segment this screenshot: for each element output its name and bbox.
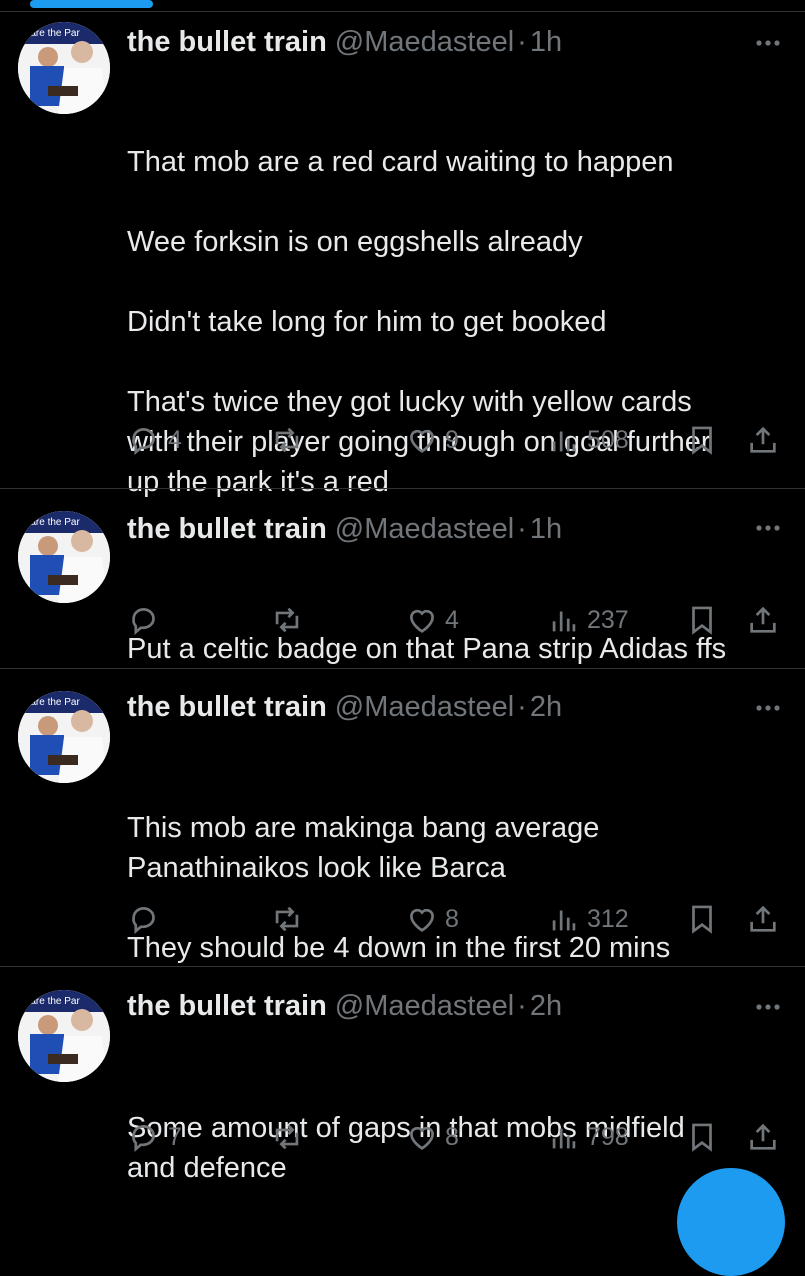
reply-button[interactable] bbox=[128, 902, 168, 936]
heart-icon bbox=[410, 1126, 434, 1150]
view-count: 237 bbox=[587, 605, 629, 634]
divider bbox=[0, 488, 805, 489]
avatar-caption: e are the Par bbox=[22, 697, 80, 708]
tweet-header: the bullet train @Maedasteel · 2h bbox=[127, 691, 563, 723]
more-icon[interactable] bbox=[751, 990, 785, 1024]
avatar[interactable]: e are the Par bbox=[18, 22, 110, 114]
avatar[interactable]: e are the Par bbox=[18, 691, 110, 783]
more-icon[interactable] bbox=[751, 511, 785, 545]
bookmark-icon[interactable] bbox=[685, 603, 719, 637]
repost-button[interactable] bbox=[270, 423, 304, 457]
more-icon[interactable] bbox=[751, 691, 785, 725]
handle[interactable]: @Maedasteel bbox=[335, 691, 514, 723]
handle[interactable]: @Maedasteel bbox=[335, 26, 514, 58]
avatar-caption: e are the Par bbox=[22, 996, 80, 1007]
like-button[interactable]: 8 bbox=[405, 902, 459, 936]
reply-icon bbox=[132, 428, 155, 455]
bookmark-icon[interactable] bbox=[685, 902, 719, 936]
tweet-actions: 7 8 798 bbox=[0, 1120, 805, 1160]
views-icon bbox=[552, 611, 576, 632]
tweet-header: the bullet train @Maedasteel · 1h bbox=[127, 26, 563, 58]
like-count: 8 bbox=[445, 904, 459, 933]
timestamp[interactable]: 1h bbox=[530, 513, 562, 545]
avatar[interactable]: e are the Par bbox=[18, 990, 110, 1082]
display-name[interactable]: the bullet train bbox=[127, 691, 327, 723]
reply-icon bbox=[132, 1125, 155, 1152]
views-icon bbox=[552, 431, 576, 452]
timestamp[interactable]: 2h bbox=[530, 691, 562, 723]
bookmark-icon[interactable] bbox=[685, 1120, 719, 1154]
divider bbox=[0, 966, 805, 967]
share-icon[interactable] bbox=[746, 603, 780, 637]
repost-button[interactable] bbox=[270, 1120, 304, 1154]
reply-button[interactable]: 4 bbox=[128, 423, 182, 457]
bookmark-icon[interactable] bbox=[685, 423, 719, 457]
like-count: 4 bbox=[445, 605, 459, 634]
view-count: 312 bbox=[587, 904, 629, 933]
tweet-header: the bullet train @Maedasteel · 2h bbox=[127, 990, 563, 1022]
tweet-actions: 4 237 bbox=[0, 603, 805, 643]
tweet-actions: 4 9 508 bbox=[0, 423, 805, 463]
views-button[interactable]: 508 bbox=[547, 423, 629, 457]
view-count: 508 bbox=[587, 425, 629, 454]
repost-button[interactable] bbox=[270, 902, 304, 936]
display-name[interactable]: the bullet train bbox=[127, 513, 327, 545]
avatar-caption: e are the Par bbox=[22, 28, 80, 39]
reply-count: 4 bbox=[168, 425, 182, 454]
tweet-actions: 8 312 bbox=[0, 902, 805, 942]
repost-icon bbox=[275, 607, 299, 633]
display-name[interactable]: the bullet train bbox=[127, 990, 327, 1022]
timestamp[interactable]: 1h bbox=[530, 26, 562, 58]
display-name[interactable]: the bullet train bbox=[127, 26, 327, 58]
views-icon bbox=[552, 1128, 576, 1149]
avatar-caption: e are the Par bbox=[22, 517, 80, 528]
share-icon[interactable] bbox=[746, 902, 780, 936]
like-count: 8 bbox=[445, 1122, 459, 1151]
timestamp[interactable]: 2h bbox=[530, 990, 562, 1022]
heart-icon bbox=[410, 429, 434, 453]
reply-button[interactable]: 7 bbox=[128, 1120, 182, 1154]
tweet[interactable]: e are the Par the bullet train @Maedastee… bbox=[0, 12, 805, 498]
repost-icon bbox=[275, 1124, 299, 1150]
handle[interactable]: @Maedasteel bbox=[335, 513, 514, 545]
heart-icon bbox=[410, 908, 434, 932]
tweet-header: the bullet train @Maedasteel · 1h bbox=[127, 513, 563, 545]
divider bbox=[0, 668, 805, 669]
reply-button[interactable] bbox=[128, 603, 168, 637]
views-icon bbox=[552, 910, 576, 931]
like-button[interactable]: 9 bbox=[405, 423, 459, 457]
repost-icon bbox=[275, 427, 299, 453]
views-button[interactable]: 798 bbox=[547, 1120, 629, 1154]
avatar[interactable]: e are the Par bbox=[18, 511, 110, 603]
handle[interactable]: @Maedasteel bbox=[335, 990, 514, 1022]
views-button[interactable]: 312 bbox=[547, 902, 629, 936]
more-icon[interactable] bbox=[751, 26, 785, 60]
compose-button[interactable] bbox=[677, 1168, 785, 1276]
like-button[interactable]: 4 bbox=[405, 603, 459, 637]
view-count: 798 bbox=[587, 1122, 629, 1151]
like-count: 9 bbox=[445, 425, 459, 454]
tweet[interactable]: e are the Par the bullet train @Maedastee… bbox=[0, 497, 805, 669]
repost-button[interactable] bbox=[270, 603, 304, 637]
tweet[interactable]: e are the Par the bullet train @Maedastee… bbox=[0, 976, 805, 1200]
reply-icon bbox=[132, 907, 155, 934]
like-button[interactable]: 8 bbox=[405, 1120, 459, 1154]
share-icon[interactable] bbox=[746, 423, 780, 457]
reply-icon bbox=[132, 608, 155, 635]
reply-count: 7 bbox=[168, 1122, 182, 1151]
heart-icon bbox=[410, 609, 434, 633]
share-icon[interactable] bbox=[746, 1120, 780, 1154]
views-button[interactable]: 237 bbox=[547, 603, 629, 637]
tab-indicator bbox=[30, 0, 153, 8]
tweet[interactable]: e are the Par the bullet train @Maedastee… bbox=[0, 677, 805, 967]
repost-icon bbox=[275, 906, 299, 932]
